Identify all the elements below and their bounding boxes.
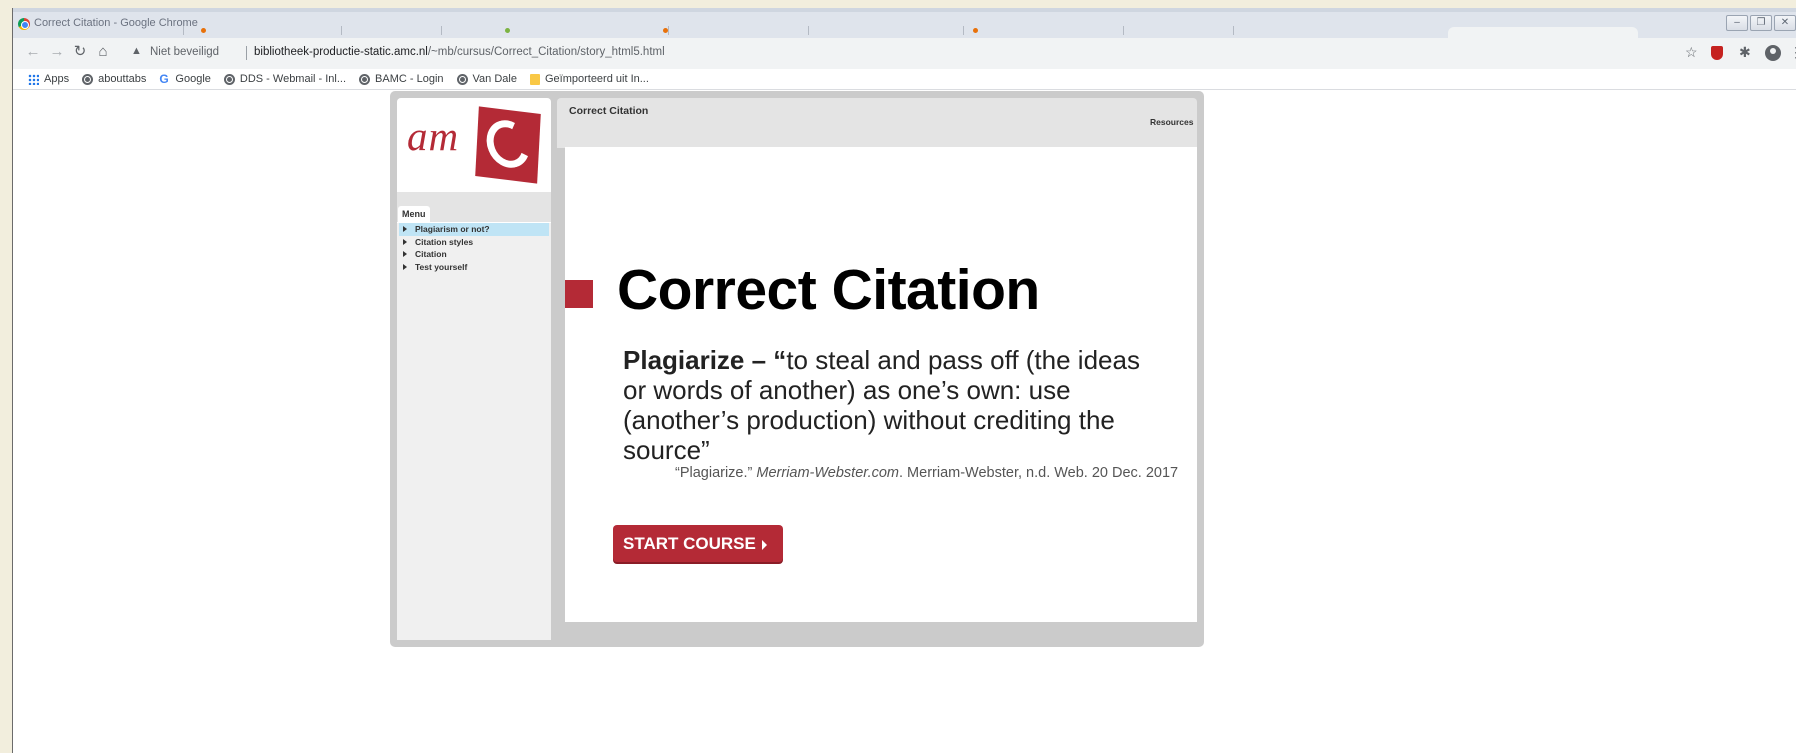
amc-logo: am (397, 98, 551, 192)
menu-item-label: Plagiarism or not? (415, 224, 490, 234)
url-divider (246, 46, 247, 60)
menu-item-citation-styles[interactable]: Citation styles (399, 236, 549, 249)
bookmark-abouttabs[interactable]: abouttabs (82, 73, 146, 85)
slide-canvas: Correct Citation Plagiarize – “to steal … (565, 147, 1197, 622)
window-title: Correct Citation - Google Chrome (34, 17, 198, 29)
bookmarks-bar: Apps abouttabs G Google DDS - Webmail - I… (13, 69, 1796, 90)
chrome-icon (18, 18, 30, 30)
tab-separator (183, 26, 184, 35)
google-icon: G (159, 71, 169, 86)
reload-icon[interactable]: ↻ (70, 42, 90, 62)
forward-icon[interactable]: → (47, 42, 67, 62)
bookmark-van-dale[interactable]: Van Dale (456, 73, 517, 85)
bookmark-label: DDS - Webmail - Inl... (239, 73, 347, 85)
resources-link[interactable]: Resources (1150, 117, 1193, 127)
player-header (557, 98, 1197, 148)
menu-item-label: Citation (415, 249, 447, 259)
bookmark-label: Apps (44, 73, 70, 85)
window-controls: – ❐ ✕ (1726, 15, 1796, 31)
url-host: bibliotheek-productie-static.amc.nl (254, 46, 428, 58)
bookmark-label: Van Dale (472, 73, 517, 85)
browser-toolbar: ← → ↻ ⌂ ▲ Niet beveiligd bibliotheek-pro… (13, 38, 1796, 69)
minimize-icon[interactable]: – (1726, 15, 1748, 31)
tab-separator (963, 26, 964, 35)
url-path: /~mb/cursus/Correct_Citation/story_html5… (427, 46, 665, 58)
menu-item-citation[interactable]: Citation (399, 248, 549, 261)
menu-item-label: Test yourself (415, 261, 468, 272)
bookmark-label: Geïmporteerd uit In... (544, 73, 649, 85)
tab-separator (1123, 26, 1124, 35)
tab-favicon-icon[interactable] (201, 28, 206, 33)
restore-icon[interactable]: ❐ (1750, 15, 1772, 31)
expand-triangle-icon[interactable] (403, 251, 407, 257)
title-bar: Correct Citation - Google Chrome – ❐ ✕ (13, 8, 1796, 42)
tab-favicon-icon[interactable] (505, 28, 510, 33)
home-icon[interactable]: ⌂ (93, 42, 113, 62)
citation-source: Merriam-Webster.com (756, 465, 899, 481)
bookmark-label: BAMC - Login (375, 73, 444, 85)
bookmark-dds-webmail[interactable]: DDS - Webmail - Inl... (223, 73, 347, 85)
kebab-menu-icon[interactable]: ⋮ (1789, 44, 1796, 60)
bookmark-apps[interactable]: Apps (28, 73, 69, 85)
bookmark-label: abouttabs (98, 73, 147, 85)
extensions-puzzle-icon[interactable]: ✱ (1739, 44, 1751, 60)
tab-strip[interactable] (183, 26, 1563, 38)
arrow-right-icon (761, 539, 767, 550)
menu-item-test-yourself[interactable]: Test yourself (399, 261, 549, 274)
citation-suffix: . Merriam-Webster, n.d. Web. 20 Dec. 201… (899, 465, 1179, 481)
start-course-label: START COURSE (623, 534, 756, 553)
tab-separator (341, 26, 342, 35)
expand-triangle-icon[interactable] (403, 226, 407, 232)
definition-term: Plagiarize – “ (623, 345, 787, 375)
tab-favicon-icon[interactable] (973, 28, 978, 33)
bookmark-imported-folder[interactable]: Geïmporteerd uit In... (529, 73, 649, 85)
expand-triangle-icon[interactable] (403, 238, 407, 245)
tab-favicon-icon[interactable] (663, 28, 668, 33)
tab-separator (441, 26, 442, 35)
bookmark-bamc-login[interactable]: BAMC - Login (359, 73, 444, 85)
back-icon[interactable]: ← (23, 42, 43, 62)
tab-separator (808, 26, 809, 35)
close-icon[interactable]: ✕ (1774, 15, 1796, 31)
ublock-extension-icon[interactable] (1711, 46, 1723, 60)
expand-triangle-icon[interactable] (403, 263, 407, 270)
warning-icon[interactable]: ▲ (131, 45, 142, 57)
globe-icon (82, 73, 94, 85)
definition-text: Plagiarize – “to steal and pass off (the… (623, 345, 1163, 465)
slide-title: Correct Citation (617, 258, 1040, 322)
citation-prefix: “Plagiarize.” (675, 465, 753, 481)
course-player: am Menu Plagiarism or not? Citation styl… (390, 91, 1204, 647)
globe-icon (223, 73, 235, 85)
menu-item-label: Citation styles (415, 236, 474, 247)
apps-icon (28, 73, 39, 85)
logo-square (475, 106, 541, 184)
menu-panel: Plagiarism or not? Citation styles Citat… (397, 222, 551, 640)
tab-separator (668, 26, 669, 35)
address-bar[interactable]: ▲ Niet beveiligd bibliotheek-productie-s… (126, 41, 1691, 65)
logo-c-mark (479, 114, 537, 174)
menu-tab[interactable]: Menu (398, 206, 430, 223)
bookmark-google[interactable]: G Google (159, 71, 211, 86)
course-title: Correct Citation (569, 105, 649, 117)
profile-avatar-icon[interactable] (1765, 45, 1781, 61)
globe-icon (456, 73, 468, 85)
security-label[interactable]: Niet beveiligd (150, 46, 219, 58)
globe-icon (359, 73, 371, 85)
tab-separator (1233, 26, 1234, 35)
url-text[interactable]: bibliotheek-productie-static.amc.nl/~mb/… (254, 46, 665, 58)
bookmark-label: Google (175, 73, 211, 85)
browser-window: Correct Citation - Google Chrome – ❐ ✕ ←… (12, 8, 1796, 753)
title-marker (565, 280, 593, 308)
player-sidebar: am Menu Plagiarism or not? Citation styl… (397, 98, 551, 640)
menu-item-plagiarism[interactable]: Plagiarism or not? (399, 223, 549, 236)
folder-icon (529, 73, 540, 85)
bookmark-star-icon[interactable]: ☆ (1685, 44, 1698, 60)
citation-text: “Plagiarize.” Merriam-Webster.com. Merri… (675, 465, 1178, 481)
start-course-button[interactable]: START COURSE (613, 525, 783, 562)
logo-text: am (407, 113, 460, 159)
